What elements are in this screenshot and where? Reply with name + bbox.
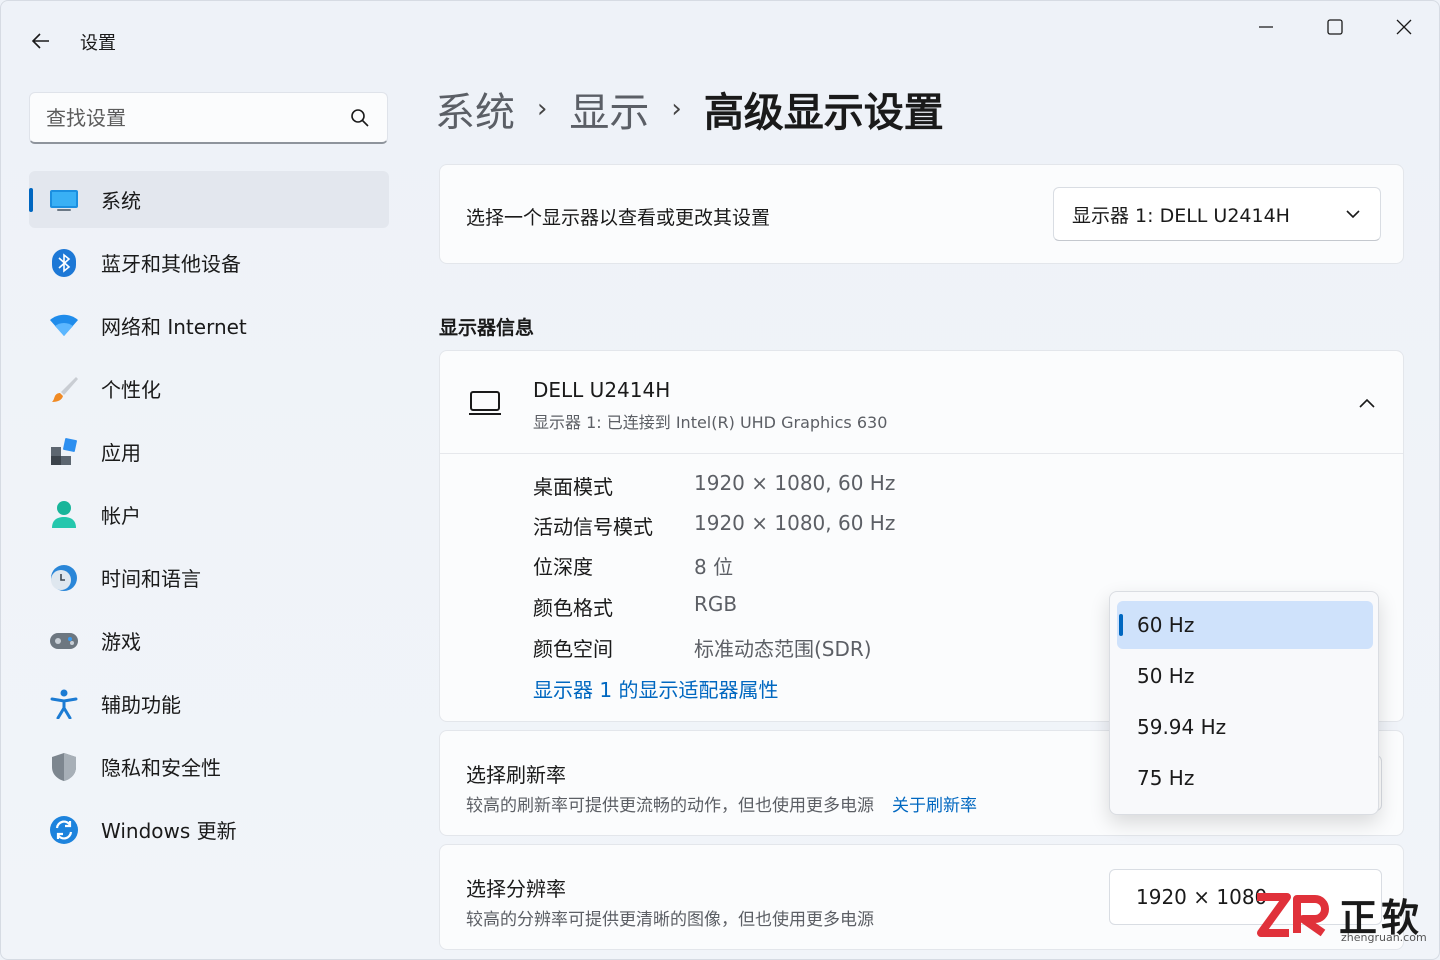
refresh-rate-title: 选择刷新率 (466, 763, 566, 787)
close-icon (1396, 19, 1412, 35)
sidebar-item-label: 应用 (101, 441, 141, 465)
chevron-up-icon[interactable] (1357, 393, 1377, 413)
sidebar-item-personalization[interactable]: 个性化 (29, 360, 389, 417)
breadcrumb-system[interactable]: 系统 (435, 80, 515, 138)
monitor-select-label: 选择一个显示器以查看或更改其设置 (466, 207, 771, 229)
sidebar-item-privacy[interactable]: 隐私和安全性 (29, 738, 389, 795)
sidebar-item-accessibility[interactable]: 辅助功能 (29, 675, 389, 732)
settings-window: 设置 系统 蓝牙和其他设备 (0, 0, 1440, 960)
zr-logo-icon (1257, 893, 1329, 937)
search-icon[interactable] (349, 107, 371, 129)
sidebar-item-label: Windows 更新 (101, 819, 237, 843)
refresh-option-50hz[interactable]: 50 Hz (1117, 652, 1373, 700)
monitor-info-header[interactable]: DELL U2414H 显示器 1: 已连接到 Intel(R) UHD Gra… (440, 351, 1403, 454)
brush-icon (49, 374, 79, 404)
minimize-button[interactable] (1243, 9, 1289, 45)
title-bar: 设置 (1, 1, 1439, 81)
info-key: 颜色空间 (533, 637, 613, 661)
info-key: 位深度 (533, 555, 593, 579)
arrow-left-icon (31, 33, 49, 49)
refresh-option-60hz[interactable]: 60 Hz (1117, 601, 1373, 649)
sidebar-item-label: 系统 (101, 189, 141, 213)
sidebar-item-accounts[interactable]: 帐户 (29, 486, 389, 543)
info-row-active-signal: 活动信号模式 1920 × 1080, 60 Hz (533, 511, 895, 540)
account-icon (49, 500, 79, 530)
chevron-down-icon (1344, 205, 1362, 223)
apps-icon (49, 437, 79, 467)
sidebar-item-gaming[interactable]: 游戏 (29, 612, 389, 669)
info-row-color-space: 颜色空间 标准动态范围(SDR) (533, 633, 872, 662)
breadcrumb-separator: › (537, 94, 548, 124)
info-row-bit-depth: 位深度 8 位 (533, 551, 733, 580)
resolution-value: 1920 × 1080 (1136, 885, 1268, 909)
accessibility-icon (49, 689, 79, 719)
info-row-desktop-mode: 桌面模式 1920 × 1080, 60 Hz (533, 471, 895, 500)
sidebar-item-label: 网络和 Internet (101, 315, 247, 339)
resolution-title: 选择分辨率 (466, 877, 566, 901)
breadcrumb-display[interactable]: 显示 (569, 80, 649, 138)
monitor-subtitle: 显示器 1: 已连接到 Intel(R) UHD Graphics 630 (533, 413, 888, 432)
watermark: 正软 zhengruan.com (1251, 885, 1431, 945)
section-title-display-info: 显示器信息 (439, 317, 535, 339)
clock-globe-icon (49, 563, 79, 593)
sidebar-item-label: 蓝牙和其他设备 (101, 252, 241, 276)
info-value: 8 位 (694, 555, 734, 579)
info-value: 1920 × 1080, 60 Hz (694, 471, 896, 495)
about-refresh-rate-link[interactable]: 关于刷新率 (892, 796, 977, 816)
info-key: 颜色格式 (533, 596, 613, 620)
info-value: 标准动态范围(SDR) (694, 637, 872, 661)
maximize-icon (1327, 19, 1343, 35)
minimize-icon (1259, 26, 1273, 28)
info-key: 桌面模式 (533, 475, 613, 499)
watermark-subtext: zhengruan.com (1341, 931, 1427, 944)
wifi-icon (49, 311, 79, 341)
sidebar-item-bluetooth[interactable]: 蓝牙和其他设备 (29, 234, 389, 291)
sidebar-item-apps[interactable]: 应用 (29, 423, 389, 480)
close-button[interactable] (1381, 9, 1427, 45)
adapter-properties-link[interactable]: 显示器 1 的显示适配器属性 (533, 674, 778, 703)
sidebar-item-windows-update[interactable]: Windows 更新 (29, 801, 389, 858)
breadcrumb-separator: › (671, 94, 682, 124)
refresh-option-75hz[interactable]: 75 Hz (1117, 754, 1373, 802)
refresh-rate-desc: 较高的刷新率可提供更流畅的动作，但也使用更多电源 关于刷新率 (466, 791, 977, 816)
laptop-icon (469, 391, 501, 415)
refresh-rate-desc-text: 较高的刷新率可提供更流畅的动作，但也使用更多电源 (466, 796, 874, 816)
breadcrumb: 系统 › 显示 › 高级显示设置 (435, 81, 944, 137)
info-value: 1920 × 1080, 60 Hz (694, 511, 896, 535)
back-button[interactable] (25, 25, 57, 57)
sidebar-item-network[interactable]: 网络和 Internet (29, 297, 389, 354)
sidebar-item-time-language[interactable]: 时间和语言 (29, 549, 389, 606)
search-input[interactable] (46, 105, 349, 130)
sidebar-item-label: 隐私和安全性 (101, 756, 221, 780)
sidebar-item-label: 辅助功能 (101, 693, 181, 717)
app-title: 设置 (80, 33, 116, 54)
update-icon (49, 815, 79, 845)
monitor-name: DELL U2414H (533, 378, 671, 402)
shield-icon (49, 752, 79, 782)
system-icon (49, 185, 79, 215)
refresh-option-5994hz[interactable]: 59.94 Hz (1117, 703, 1373, 751)
info-key: 活动信号模式 (533, 515, 653, 539)
refresh-rate-options-popup: 60 Hz 50 Hz 59.94 Hz 75 Hz (1109, 591, 1379, 815)
search-box[interactable] (29, 92, 388, 144)
sidebar-item-label: 时间和语言 (101, 567, 201, 591)
page-title: 高级显示设置 (703, 90, 944, 136)
monitor-select-value: 显示器 1: DELL U2414H (1072, 204, 1290, 227)
info-value: RGB (694, 592, 738, 616)
maximize-button[interactable] (1312, 9, 1358, 45)
gamepad-icon (49, 626, 79, 656)
sidebar-item-label: 游戏 (101, 630, 141, 654)
sidebar-item-system[interactable]: 系统 (29, 171, 389, 228)
sidebar-item-label: 个性化 (101, 378, 161, 402)
monitor-select-dropdown[interactable]: 显示器 1: DELL U2414H (1053, 187, 1381, 241)
monitor-select-card: 选择一个显示器以查看或更改其设置 显示器 1: DELL U2414H (439, 164, 1404, 264)
sidebar-item-label: 帐户 (101, 504, 141, 528)
resolution-desc: 较高的分辨率可提供更清晰的图像，但也使用更多电源 (466, 910, 874, 930)
info-row-color-format: 颜色格式 RGB (533, 592, 737, 621)
bluetooth-icon (49, 248, 79, 278)
sidebar-nav: 系统 蓝牙和其他设备 网络和 Internet 个性化 应用 帐户 时间和语言 … (29, 171, 389, 864)
